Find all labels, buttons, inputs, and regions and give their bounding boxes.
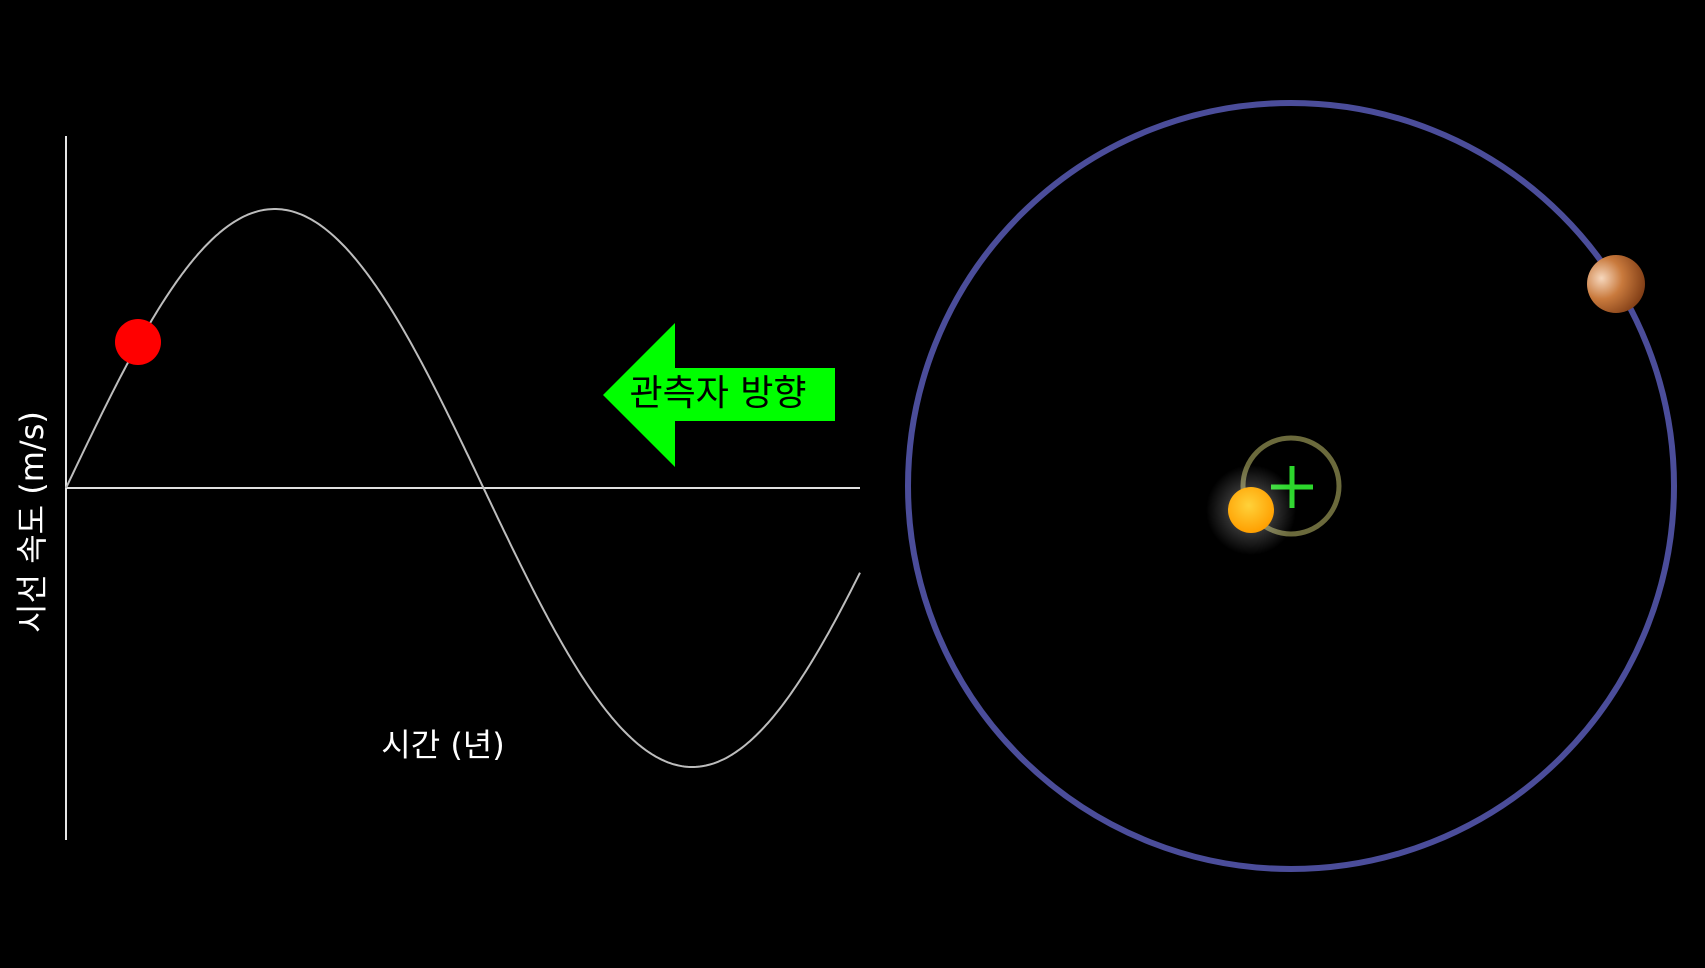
orbit-diagram	[905, 100, 1677, 872]
observer-direction-label: 관측자 방향	[629, 373, 806, 414]
observer-direction-arrow: 관측자 방향	[603, 323, 835, 467]
x-axis-label: 시간 (년)	[381, 726, 504, 764]
planet-icon	[1587, 255, 1645, 313]
velocity-graph: 시선 속도 (m/s) 시간 (년)	[13, 136, 861, 840]
sun-icon	[1206, 465, 1296, 555]
y-axis-label: 시선 속도 (m/s)	[13, 411, 51, 633]
radial-velocity-diagram: 시선 속도 (m/s) 시간 (년) 관측자 방향	[13, 100, 1677, 872]
current-position-marker	[115, 319, 161, 365]
